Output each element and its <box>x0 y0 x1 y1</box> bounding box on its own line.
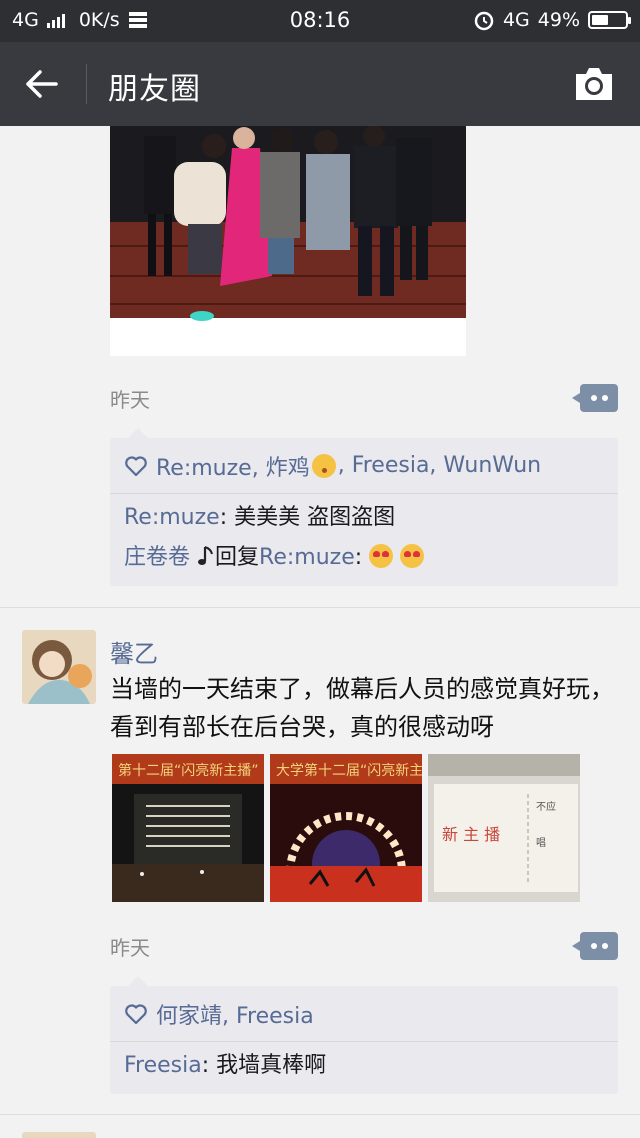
status-bar: 4G 0K/s 08:16 4G 49% <box>0 0 640 42</box>
comment-more-button[interactable] <box>572 384 618 412</box>
comment-separator: : <box>219 505 235 530</box>
heart-icon <box>125 455 147 476</box>
kiss-emoji <box>311 453 336 478</box>
avatar[interactable] <box>22 1132 96 1138</box>
heart-icon <box>125 1003 147 1024</box>
comment-author[interactable]: 庄卷卷 <box>124 545 190 570</box>
network-type-right: 4G <box>502 9 530 31</box>
comment-row[interactable]: 庄卷卷 回复Re:muze: <box>110 538 618 578</box>
status-right: 4G 49% <box>473 9 631 31</box>
comment-more-button[interactable] <box>572 932 618 960</box>
comment-author[interactable]: Re:muze <box>124 505 220 530</box>
likes-comments-box: 何家靖, Freesia Freesia: 我墙真棒啊 <box>110 976 618 1094</box>
moments-feed[interactable]: 昨天 Re:muze, 炸鸡 , Freesia, WunWun Re:muze… <box>0 126 640 1138</box>
comment-author[interactable]: Freesia <box>124 1053 202 1078</box>
comment-separator: : <box>201 1053 217 1078</box>
battery-fill <box>592 15 608 25</box>
post-timestamp: 昨天 <box>110 936 150 960</box>
svg-text:不应: 不应 <box>536 800 556 813</box>
likes-comments-box: Re:muze, 炸鸡 , Freesia, WunWun Re:muze: 美… <box>110 428 618 586</box>
reply-target[interactable]: Re:muze <box>259 545 355 570</box>
likes-names-a[interactable]: Re:muze, 炸鸡 <box>156 450 310 482</box>
nav-bar: 朋友圈 <box>0 42 640 126</box>
comment-row[interactable]: Freesia: 我墙真棒啊 <box>110 1046 618 1086</box>
likes-names[interactable]: 何家靖, Freesia <box>156 998 314 1030</box>
svg-text:唱: 唱 <box>536 837 546 849</box>
comment-text: 美美美 盗图盗图 <box>234 505 396 530</box>
svg-text:第十二届“闪亮新主播”: 第十二届“闪亮新主播” <box>118 762 259 779</box>
camera-icon[interactable] <box>572 64 616 104</box>
comment-separator: : <box>354 545 370 570</box>
back-arrow-icon[interactable] <box>20 62 64 106</box>
nav-divider <box>86 64 87 104</box>
post-username[interactable]: 馨乙 <box>110 634 158 669</box>
alarm-icon <box>474 11 494 31</box>
post-image[interactable]: 大学第十二届“闪亮新主播” <box>270 754 422 902</box>
post-image[interactable]: 新 主 播 不应 唱 <box>428 754 580 902</box>
likes-row: 何家靖, Freesia <box>110 986 618 1042</box>
comment-text: 我墙真棒啊 <box>216 1053 327 1078</box>
post-photo[interactable] <box>110 126 466 356</box>
comment-row[interactable]: Re:muze: 美美美 盗图盗图 <box>110 498 618 538</box>
heart-eyes-emoji <box>400 544 425 568</box>
avatar[interactable] <box>22 630 96 704</box>
post-timestamp: 昨天 <box>110 388 150 412</box>
battery-icon <box>588 11 631 29</box>
battery-percent: 49% <box>537 9 580 31</box>
svg-text:新 主 播: 新 主 播 <box>442 825 500 844</box>
post-image[interactable]: 第十二届“闪亮新主播” <box>112 754 264 902</box>
svg-text:大学第十二届“闪亮新主播”: 大学第十二届“闪亮新主播” <box>276 762 422 779</box>
reply-word: 回复 <box>215 545 260 570</box>
page-title: 朋友圈 <box>108 72 201 107</box>
post-divider <box>0 607 640 608</box>
post-divider <box>0 1114 640 1115</box>
likes-row: Re:muze, 炸鸡 , Freesia, WunWun <box>110 438 618 494</box>
heart-eyes-emoji <box>369 544 394 568</box>
post-text: 当墙的一天结束了，做幕后人员的感觉真好玩，看到有部长在后台哭，真的很感动呀 <box>110 675 614 741</box>
music-note-icon <box>198 546 213 565</box>
likes-names-b[interactable]: , Freesia, WunWun <box>338 453 541 478</box>
